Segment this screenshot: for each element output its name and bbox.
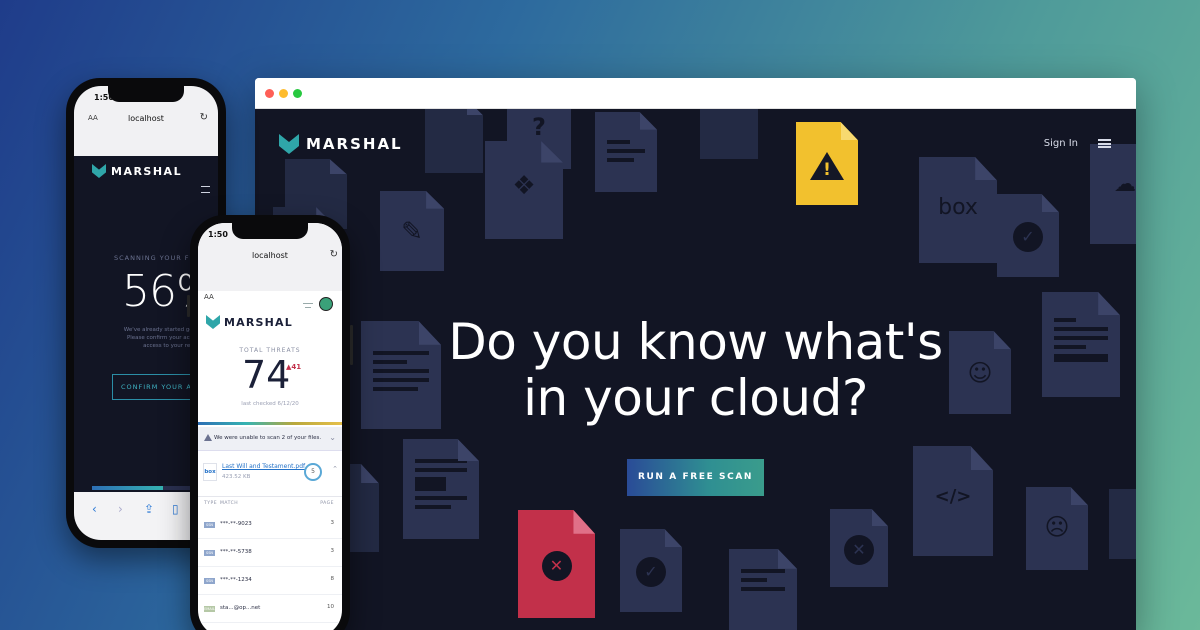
match-type-badge: EMAIL bbox=[204, 606, 215, 612]
hero-title: Do you know what's in your cloud? bbox=[255, 314, 1136, 426]
logo-text: MARSHAL bbox=[224, 315, 293, 329]
table-row[interactable]: EMAIL sta...@op...net 10 bbox=[198, 595, 342, 623]
avatar[interactable] bbox=[319, 297, 333, 311]
reader-mode-button[interactable]: AA bbox=[204, 293, 214, 301]
table-row[interactable]: SSN ***-**-5738 3 bbox=[198, 539, 342, 567]
address-bar[interactable]: localhost bbox=[198, 251, 342, 260]
scan-warning-text: We were unable to scan 2 of your files. bbox=[214, 435, 322, 441]
phone-side-button bbox=[350, 325, 353, 365]
warning-file-icon: ! bbox=[796, 122, 858, 205]
marshal-logo-icon bbox=[279, 134, 299, 154]
reload-icon[interactable]: ↻ bbox=[330, 249, 338, 260]
marshal-logo[interactable]: MARSHAL bbox=[279, 133, 403, 155]
dropbox-file-icon: ❖ bbox=[485, 141, 563, 239]
share-icon[interactable]: ⇪ bbox=[144, 502, 154, 516]
logo-text: MARSHAL bbox=[111, 164, 183, 178]
sign-in-link[interactable]: Sign In bbox=[1044, 138, 1078, 149]
file-icon bbox=[425, 109, 483, 173]
filter-icon[interactable] bbox=[303, 303, 313, 311]
phone-notch bbox=[108, 86, 184, 102]
document-file-icon bbox=[403, 439, 479, 539]
box-file-icon: box bbox=[919, 157, 997, 263]
danger-file-icon: ✕ bbox=[518, 510, 595, 618]
table-row[interactable]: SSN ***-**-1234 8 bbox=[198, 567, 342, 595]
file-name-link[interactable]: Last Will and Testament.pdf bbox=[222, 463, 305, 470]
scan-progress-fill bbox=[92, 486, 163, 490]
close-window-button[interactable] bbox=[265, 89, 274, 98]
chevron-down-icon[interactable]: ⌄ bbox=[329, 433, 336, 442]
check-file-icon: ✓ bbox=[620, 529, 682, 612]
minimize-window-button[interactable] bbox=[279, 89, 288, 98]
box-source-icon: box bbox=[203, 463, 217, 481]
phone-side-button bbox=[187, 295, 190, 317]
match-text: ***-**-1234 bbox=[220, 577, 252, 583]
image-file-icon bbox=[729, 549, 797, 630]
column-header-match: MATCH bbox=[220, 501, 239, 506]
error-file-icon: ✕ bbox=[830, 509, 888, 587]
scan-warning-row[interactable]: We were unable to scan 2 of your files. … bbox=[198, 427, 342, 451]
hero-title-line-1: Do you know what's bbox=[448, 313, 943, 371]
file-icon bbox=[700, 109, 758, 159]
threat-level-bar bbox=[198, 422, 342, 425]
marshal-landing-page: ? ❖ ✎ ! box ✓ ☁ ☺ </> ✕ ☹ ✓ ✕ MARSHAL Si… bbox=[255, 109, 1136, 630]
warning-icon bbox=[204, 434, 212, 441]
table-row[interactable]: SSN ***-**-9023 3 bbox=[198, 511, 342, 539]
match-type-badge: SSN bbox=[204, 578, 215, 584]
match-count-badge: 5 bbox=[304, 463, 322, 481]
address-bar[interactable]: localhost bbox=[74, 114, 218, 123]
file-size: 423.52 KB bbox=[222, 474, 251, 480]
back-icon[interactable]: ‹ bbox=[92, 502, 97, 516]
marshal-logo[interactable]: MARSHAL bbox=[206, 315, 293, 329]
check-file-icon: ✓ bbox=[997, 194, 1059, 277]
match-page: 10 bbox=[327, 604, 334, 610]
browser-window: ? ❖ ✎ ! box ✓ ☁ ☺ </> ✕ ☹ ✓ ✕ MARSHAL Si… bbox=[255, 78, 1136, 630]
last-checked-date: last checked 6/12/20 bbox=[241, 401, 299, 407]
match-text: ***-**-9023 bbox=[220, 521, 252, 527]
sad-face-file-icon: ☹ bbox=[1026, 487, 1088, 570]
forward-icon[interactable]: › bbox=[118, 502, 123, 516]
logo-text: MARSHAL bbox=[306, 135, 403, 153]
status-time: 1:50 bbox=[208, 230, 228, 239]
marshal-logo-icon bbox=[206, 315, 220, 329]
match-type-badge: SSN bbox=[204, 550, 215, 556]
file-icon bbox=[1109, 489, 1136, 559]
phone-notch bbox=[232, 223, 308, 239]
marshal-logo-icon bbox=[92, 164, 106, 178]
match-type-badge: SSN bbox=[204, 522, 215, 528]
phone-front: 1:50 AA localhost ↻ MARSHAL TOTAL THREAT… bbox=[187, 215, 353, 630]
reload-icon[interactable]: ↻ bbox=[200, 112, 208, 123]
maximize-window-button[interactable] bbox=[293, 89, 302, 98]
document-file-icon bbox=[595, 112, 657, 192]
chevron-up-icon[interactable]: ⌃ bbox=[332, 465, 338, 473]
match-text: sta...@op...net bbox=[220, 605, 261, 611]
marshal-logo[interactable]: MARSHAL bbox=[92, 164, 182, 178]
hamburger-menu-icon[interactable] bbox=[201, 186, 210, 193]
column-header-page: PAGE bbox=[320, 501, 334, 506]
match-text: ***-**-5738 bbox=[220, 549, 252, 555]
cloud-file-icon: ☁ bbox=[1090, 144, 1136, 244]
threats-delta-badge: ▲41 bbox=[286, 363, 302, 371]
hamburger-menu-icon[interactable] bbox=[1098, 139, 1111, 148]
match-page: 8 bbox=[330, 576, 335, 582]
pdf-file-icon: ✎ bbox=[380, 191, 444, 271]
browser-title-bar bbox=[255, 78, 1136, 109]
total-threats-count: 74 bbox=[242, 353, 291, 397]
file-row[interactable]: box Last Will and Testament.pdf 423.52 K… bbox=[198, 453, 342, 497]
run-free-scan-button[interactable]: RUN A FREE SCAN bbox=[627, 459, 764, 496]
hero-title-line-2: in your cloud? bbox=[523, 369, 868, 427]
match-page: 3 bbox=[330, 548, 335, 554]
code-file-icon: </> bbox=[913, 446, 993, 556]
close-icon: ✕ bbox=[541, 551, 572, 582]
phone-front-screen: 1:50 AA localhost ↻ MARSHAL TOTAL THREAT… bbox=[198, 223, 342, 630]
match-page: 3 bbox=[330, 520, 335, 526]
bookmarks-icon[interactable]: ▯ bbox=[172, 502, 179, 516]
column-header-type: TYPE bbox=[204, 501, 218, 506]
